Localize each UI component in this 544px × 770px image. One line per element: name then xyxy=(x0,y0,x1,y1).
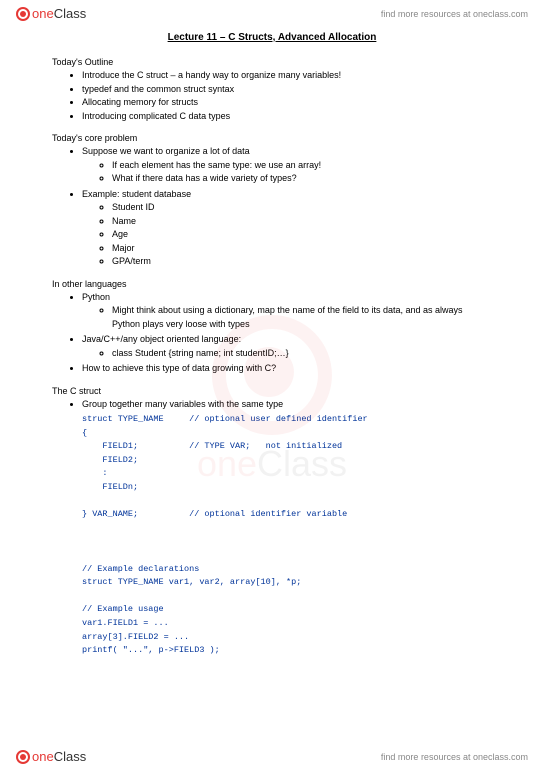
list-item: class Student {string name; int studentI… xyxy=(112,347,492,361)
logo-icon xyxy=(16,7,30,21)
outline-header: Today's Outline xyxy=(52,57,492,67)
other-langs-list: Python Might think about using a diction… xyxy=(52,291,492,376)
list-item: Group together many variables with the s… xyxy=(82,398,492,412)
c-struct-header: The C struct xyxy=(52,386,492,396)
other-langs-header: In other languages xyxy=(52,279,492,289)
list-item: Python Might think about using a diction… xyxy=(82,291,492,332)
c-struct-list: Group together many variables with the s… xyxy=(52,398,492,412)
list-item: Suppose we want to organize a lot of dat… xyxy=(82,145,492,186)
logo-icon xyxy=(16,750,30,764)
footer-tagline: find more resources at oneclass.com xyxy=(381,752,528,762)
list-item: Might think about using a dictionary, ma… xyxy=(112,304,492,331)
header-bar: oneClass find more resources at oneclass… xyxy=(0,0,544,24)
list-item: Allocating memory for structs xyxy=(82,96,492,110)
list-item: Introducing complicated C data types xyxy=(82,110,492,124)
brand-logo: oneClass xyxy=(16,6,86,21)
header-tagline: find more resources at oneclass.com xyxy=(381,9,528,19)
list-item: GPA/term xyxy=(112,255,492,269)
code-block: struct TYPE_NAME // optional user define… xyxy=(52,413,492,658)
core-problem-list: Suppose we want to organize a lot of dat… xyxy=(52,145,492,269)
list-item: Major xyxy=(112,242,492,256)
page-title: Lecture 11 – C Structs, Advanced Allocat… xyxy=(52,32,492,43)
logo-text: oneClass xyxy=(32,6,86,21)
document-content: Lecture 11 – C Structs, Advanced Allocat… xyxy=(0,24,544,658)
list-item: Java/C++/any object oriented language: c… xyxy=(82,333,492,360)
brand-logo-footer: oneClass xyxy=(16,749,86,764)
footer-bar: oneClass find more resources at oneclass… xyxy=(0,745,544,770)
list-item: What if there data has a wide variety of… xyxy=(112,172,492,186)
list-item: Example: student database Student ID Nam… xyxy=(82,188,492,269)
list-item: Introduce the C struct – a handy way to … xyxy=(82,69,492,83)
list-item: If each element has the same type: we us… xyxy=(112,159,492,173)
list-item: Student ID xyxy=(112,201,492,215)
core-problem-header: Today's core problem xyxy=(52,133,492,143)
list-item: typedef and the common struct syntax xyxy=(82,83,492,97)
list-item: Name xyxy=(112,215,492,229)
list-item: Age xyxy=(112,228,492,242)
logo-text: oneClass xyxy=(32,749,86,764)
list-item: How to achieve this type of data growing… xyxy=(82,362,492,376)
outline-list: Introduce the C struct – a handy way to … xyxy=(52,69,492,123)
